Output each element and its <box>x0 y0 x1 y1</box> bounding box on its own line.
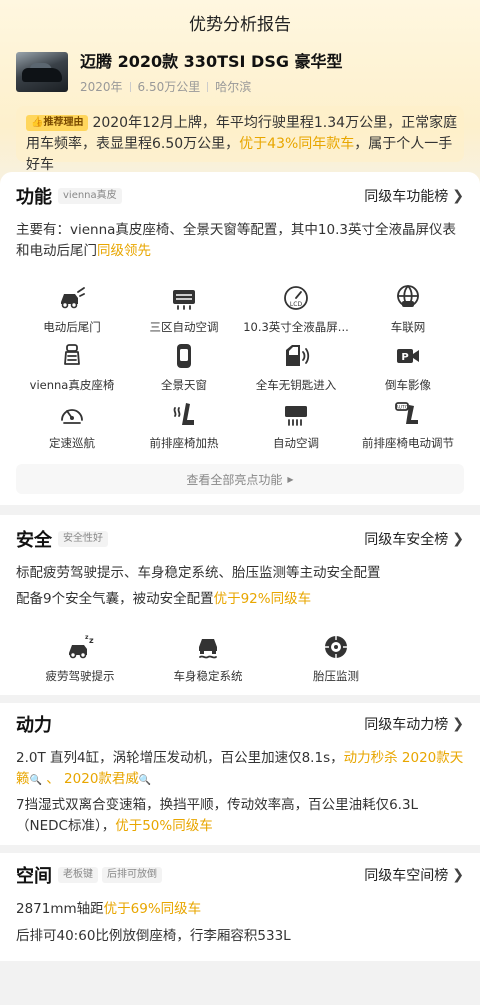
space-line1: 2871mm轴距优于69%同级车 <box>16 901 202 917</box>
function-feature-label: 全车无钥匙进入 <box>255 378 337 392</box>
function-feature-item[interactable]: 三区自动空调 <box>128 284 240 342</box>
svg-text:z: z <box>89 636 94 645</box>
chevron-right-icon: ❯ <box>452 531 464 547</box>
svg-text:LCD: LCD <box>290 301 303 308</box>
car-mileage: 6.50万公里 <box>137 80 201 94</box>
recommend-reason: 👍推荐理由 2020年12月上牌，年平均行驶里程1.34万公里，正常家庭用车频率，… <box>16 106 464 173</box>
function-feature-item[interactable]: 自动空调 <box>240 400 352 458</box>
auto-ac-icon <box>282 400 310 428</box>
search-icon: 🔍 <box>138 775 152 786</box>
keyless-entry-icon <box>282 342 310 370</box>
space-tag-fold-seat: 后排可放倒 <box>102 867 162 883</box>
safety-card: 安全 安全性好 同级车安全榜 ❯ 标配疲劳驾驶提示、车身稳定系统、胎压监测等主动安… <box>0 515 480 695</box>
space-tag-boss-key: 老板键 <box>58 867 98 883</box>
function-feature-label: 三区自动空调 <box>149 320 219 334</box>
power-title: 动力 <box>16 715 52 736</box>
power-line1: 2.0T 直列4缸，涡轮增压发动机，百公里加速仅8.1s，动力秒杀 2020款天… <box>16 750 464 787</box>
function-feature-item[interactable]: 全景天窗 <box>128 342 240 400</box>
reason-highlight: 优于43%同年款车 <box>239 136 355 152</box>
safety-line1: 标配疲劳驾驶提示、车身稳定系统、胎压监测等主动安全配置 <box>16 565 381 581</box>
car-title: 迈腾 2020款 330TSI DSG 豪华型 <box>80 52 343 71</box>
tire-pressure-icon <box>322 633 350 661</box>
safety-feature-label: 疲劳驾驶提示 <box>45 669 115 683</box>
safety-tag: 安全性好 <box>58 531 108 547</box>
safety-line2: 配备9个安全气囊，被动安全配置优于92%同级车 <box>16 591 312 607</box>
cruise-control-icon <box>58 400 86 428</box>
safety-feature-item[interactable]: 车身稳定系统 <box>144 633 272 691</box>
svg-text:AUTO: AUTO <box>396 405 409 411</box>
function-feature-label: 前排座椅电动调节 <box>362 436 454 450</box>
svg-text:P: P <box>401 352 408 363</box>
function-rank-link[interactable]: 同级车功能榜 ❯ <box>364 186 464 206</box>
function-feature-item[interactable]: 全车无钥匙进入 <box>240 342 352 400</box>
car-summary[interactable]: 迈腾 2020款 330TSI DSG 豪华型 2020年 6.50万公里 哈尔… <box>16 52 343 94</box>
function-feature-item[interactable]: P 倒车影像 <box>352 342 464 400</box>
space-card: 空间 老板键 后排可放倒 同级车空间榜 ❯ 2871mm轴距优于69%同级车 后排… <box>0 853 480 961</box>
function-feature-item[interactable]: vienna真皮座椅 <box>16 342 128 400</box>
safety-feature-item[interactable]: z z 疲劳驾驶提示 <box>16 633 144 691</box>
search-icon: 🔍 <box>29 775 42 786</box>
safety-feature-label: 胎压监测 <box>313 669 359 683</box>
power-card: 动力 同级车动力榜 ❯ 2.0T 直列4缸，涡轮增压发动机，百公里加速仅8.1s，… <box>0 703 480 845</box>
page-title: 优势分析报告 <box>189 14 291 35</box>
function-feature-label: 倒车影像 <box>385 378 431 392</box>
lcd-dashboard-icon: LCD <box>282 284 310 312</box>
svg-text:z: z <box>85 634 89 641</box>
view-all-features-button[interactable]: 查看全部亮点功能 ▶ <box>16 464 464 494</box>
function-desc: 主要有：vienna真皮座椅、全景天窗等配置，其中10.3英寸全液晶屏仪表和电动… <box>16 222 456 259</box>
safety-feature-grid: z z 疲劳驾驶提示 车身稳定系统 胎压监测 <box>16 633 464 691</box>
leather-seat-icon <box>58 342 86 370</box>
space-rank-link[interactable]: 同级车空间榜 ❯ <box>364 865 464 885</box>
chevron-right-icon: ❯ <box>452 188 464 204</box>
function-feature-label: vienna真皮座椅 <box>29 378 115 392</box>
function-feature-item[interactable]: AUTO 前排座椅电动调节 <box>352 400 464 458</box>
function-feature-label: 电动后尾门 <box>43 320 101 334</box>
connected-car-icon <box>394 284 422 312</box>
chevron-right-icon: ❯ <box>452 716 464 732</box>
safety-feature-label: 车身稳定系统 <box>173 669 243 683</box>
panoramic-sunroof-icon <box>170 342 198 370</box>
space-title: 空间 <box>16 866 52 887</box>
thumbs-up-icon: 👍 <box>31 117 44 128</box>
recommend-badge: 👍推荐理由 <box>26 115 89 131</box>
function-feature-label: 自动空调 <box>273 436 319 450</box>
stability-control-icon <box>194 633 222 661</box>
function-tag: vienna真皮 <box>58 188 122 204</box>
chevron-right-icon: ❯ <box>452 867 464 883</box>
power-tailgate-icon <box>58 284 86 312</box>
function-feature-label: 全景天窗 <box>161 378 207 392</box>
power-rank-link[interactable]: 同级车动力榜 ❯ <box>364 714 464 734</box>
car-thumbnail <box>16 52 68 92</box>
space-line2: 后排可40:60比例放倒座椅，行李厢容积533L <box>16 928 291 944</box>
car-year: 2020年 <box>80 80 123 94</box>
function-feature-grid: 电动后尾门 三区自动空调 LCD 10.3英寸全液晶屏... 车联网 vienna真皮座椅… <box>16 284 464 458</box>
safety-title: 安全 <box>16 530 52 551</box>
function-title: 功能 <box>16 187 52 208</box>
function-feature-item[interactable]: 电动后尾门 <box>16 284 128 342</box>
fatigue-alert-icon: zz <box>66 633 94 661</box>
tri-zone-ac-icon <box>170 284 198 312</box>
safety-feature-item[interactable]: 胎压监测 <box>272 633 400 691</box>
function-feature-item[interactable]: 车联网 <box>352 284 464 342</box>
function-feature-item[interactable]: 定速巡航 <box>16 400 128 458</box>
car-city: 哈尔滨 <box>215 80 252 94</box>
function-card: 功能 vienna真皮 同级车功能榜 ❯ 主要有：vienna真皮座椅、全景天窗等… <box>0 172 480 505</box>
function-feature-label: 定速巡航 <box>49 436 95 450</box>
power-seat-icon: AUTO <box>394 400 422 428</box>
function-feature-label: 前排座椅加热 <box>149 436 219 450</box>
power-line2: 7挡湿式双离合变速箱，换挡平顺，传动效率高，百公里油耗仅6.3L（NEDC标准）… <box>16 797 419 834</box>
safety-rank-link[interactable]: 同级车安全榜 ❯ <box>364 529 464 549</box>
function-feature-label: 10.3英寸全液晶屏... <box>243 320 349 334</box>
triangle-right-icon: ▶ <box>287 474 294 484</box>
seat-heating-icon <box>170 400 198 428</box>
function-feature-label: 车联网 <box>390 320 426 334</box>
rear-camera-icon: P <box>394 342 422 370</box>
function-feature-item[interactable]: LCD 10.3英寸全液晶屏... <box>240 284 352 342</box>
function-feature-item[interactable]: 前排座椅加热 <box>128 400 240 458</box>
